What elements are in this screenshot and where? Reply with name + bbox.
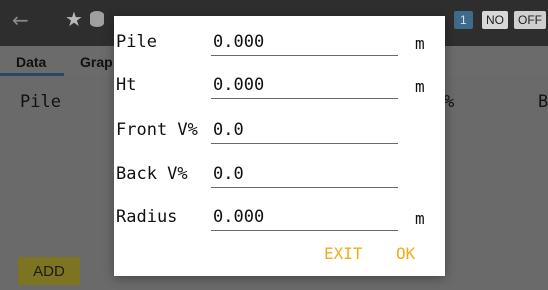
status-toggle-off[interactable]: OFF <box>514 11 546 29</box>
field-row-ht: Ht m <box>114 67 445 101</box>
dialog-actions: EXIT OK <box>114 240 445 270</box>
status-toggle-no[interactable]: NO <box>482 11 508 29</box>
radius-unit: m <box>415 209 425 228</box>
edit-pile-dialog: Pile m Ht m Front V% Back V% Radius m EX… <box>114 16 445 276</box>
database-icon[interactable] <box>90 11 104 27</box>
radius-input[interactable] <box>211 204 398 231</box>
tab-graph[interactable]: Grap <box>80 54 113 70</box>
pile-input[interactable] <box>211 29 398 56</box>
back-v-label: Back V% <box>116 164 188 184</box>
column-header-b: B <box>538 92 548 112</box>
field-row-front-v: Front V% <box>114 112 445 146</box>
status-badge-1[interactable]: 1 <box>454 11 473 29</box>
back-v-input[interactable] <box>211 161 398 188</box>
back-arrow-icon[interactable]: ← <box>12 8 29 32</box>
ht-label: Ht <box>116 75 137 95</box>
star-icon[interactable]: ★ <box>65 7 83 31</box>
active-tab-indicator <box>0 73 64 76</box>
field-row-back-v: Back V% <box>114 156 445 190</box>
front-v-label: Front V% <box>116 120 198 140</box>
field-row-radius: Radius m <box>114 199 445 233</box>
tab-data[interactable]: Data <box>16 54 46 70</box>
pile-unit: m <box>415 34 425 53</box>
column-header-percent: % <box>444 92 455 112</box>
front-v-input[interactable] <box>211 117 398 144</box>
column-header-pile: Pile <box>20 92 61 112</box>
exit-button[interactable]: EXIT <box>324 244 363 263</box>
add-button[interactable]: ADD <box>18 257 80 285</box>
ok-button[interactable]: OK <box>396 244 415 263</box>
ht-input[interactable] <box>211 72 398 99</box>
field-row-pile: Pile m <box>114 24 445 58</box>
radius-label: Radius <box>116 207 178 227</box>
ht-unit: m <box>415 77 425 96</box>
pile-label: Pile <box>116 32 157 52</box>
